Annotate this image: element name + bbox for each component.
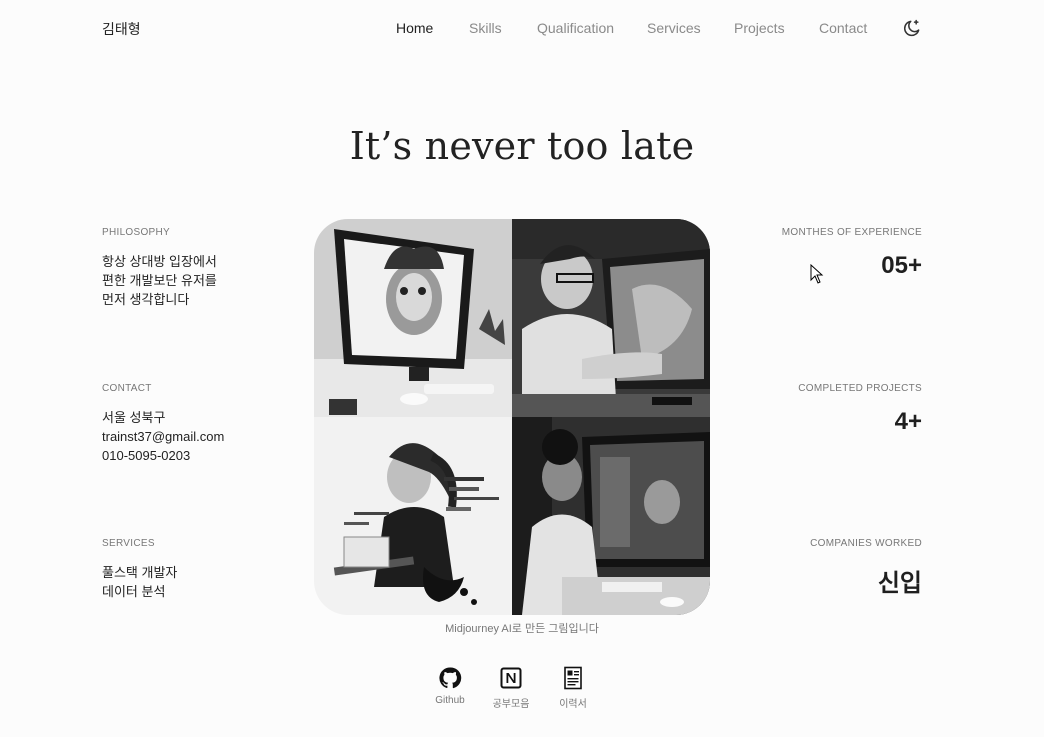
resume-label: 이력서 [559, 699, 587, 710]
github-link[interactable]: Github [420, 666, 480, 706]
nav-home[interactable]: Home [396, 20, 433, 36]
moon-star-icon[interactable] [902, 18, 922, 38]
image-developer-man [512, 219, 710, 417]
resume-link[interactable]: 이력서 [543, 666, 603, 710]
nav-contact[interactable]: Contact [819, 20, 867, 36]
philosophy-text: 항상 상대방 입장에서 편한 개발보단 유저를 먼저 생각합니다 [102, 252, 217, 309]
contact-email[interactable]: trainst37@gmail.com [102, 427, 224, 446]
projects-label: COMPLETED PROJECTS [798, 383, 922, 394]
philosophy-line: 먼저 생각합니다 [102, 292, 190, 307]
contact-section: CONTACT 서울 성북구 trainst37@gmail.com 010-5… [102, 383, 224, 465]
hero-image-grid [314, 219, 710, 615]
image-woman-monitor [512, 417, 710, 615]
projects-value: 4+ [894, 408, 922, 435]
image-monitor-portrait [314, 219, 512, 417]
companies-value: 신입 [877, 570, 922, 597]
nav-projects[interactable]: Projects [734, 20, 785, 36]
philosophy-label: PHILOSOPHY [102, 227, 171, 238]
services-section: SERVICES 풀스택 개발자 데이터 분석 [102, 538, 177, 601]
resume-icon [561, 666, 585, 690]
experience-stat: MONTHES OF EXPERIENCE 05+ [782, 227, 922, 280]
nav-skills[interactable]: Skills [469, 20, 502, 36]
philosophy-line: 항상 상대방 입장에서 [102, 254, 217, 269]
notion-link[interactable]: 공부모음 [481, 666, 541, 710]
contact-address: 서울 성북구 [102, 410, 166, 425]
service-item: 데이터 분석 [102, 584, 166, 599]
services-label: SERVICES [102, 538, 155, 549]
contact-label: CONTACT [102, 383, 152, 394]
image-caption: Midjourney AI로 만든 그림입니다 [445, 623, 599, 635]
mouse-cursor-icon [810, 263, 824, 284]
experience-label: MONTHES OF EXPERIENCE [781, 227, 922, 238]
image-woman-typing [314, 417, 512, 615]
projects-stat: COMPLETED PROJECTS 4+ [798, 383, 922, 436]
services-text: 풀스택 개발자 데이터 분석 [102, 563, 177, 601]
philosophy-line: 편한 개발보단 유저를 [102, 273, 217, 288]
nav-services[interactable]: Services [647, 20, 701, 36]
service-item: 풀스택 개발자 [102, 565, 178, 580]
github-icon [438, 666, 462, 690]
companies-label: COMPANIES WORKED [810, 538, 922, 549]
companies-stat: COMPANIES WORKED 신입 [810, 538, 922, 598]
philosophy-section: PHILOSOPHY 항상 상대방 입장에서 편한 개발보단 유저를 먼저 생각… [102, 227, 217, 309]
github-label: Github [435, 695, 465, 706]
notion-icon [499, 666, 523, 690]
contact-text: 서울 성북구 trainst37@gmail.com 010-5095-0203 [102, 408, 224, 465]
social-links: Github 공부모음 이력서 [0, 666, 1044, 716]
notion-label: 공부모음 [492, 699, 530, 710]
site-header: 김태형 Home Skills Qualification Services P… [0, 0, 1044, 56]
site-logo[interactable]: 김태형 [102, 19, 141, 39]
experience-value: 05+ [881, 252, 922, 279]
hero-title: It’s never too late [349, 124, 695, 168]
nav-qualification[interactable]: Qualification [537, 20, 614, 36]
contact-phone[interactable]: 010-5095-0203 [102, 446, 224, 465]
